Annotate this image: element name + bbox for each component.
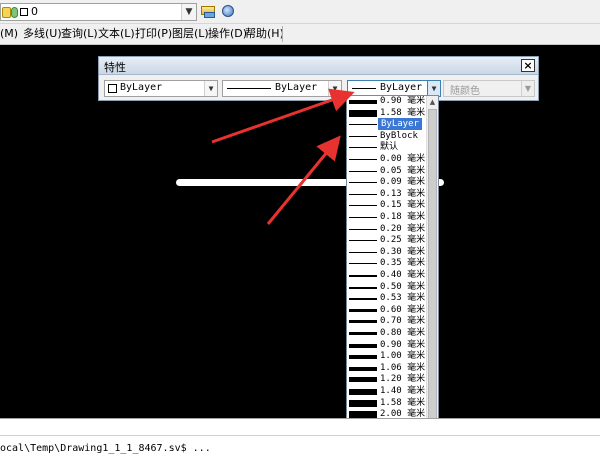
chevron-down-icon: ▼ (521, 81, 534, 96)
color-swatch (108, 84, 117, 93)
lineweight-option-label: 0.53 毫米 (380, 293, 426, 304)
lineweight-option-label: 1.58 毫米 (380, 107, 426, 118)
menu-item-operation[interactable]: 操作(D) (208, 27, 247, 41)
menu-item-help[interactable]: 帮助(H) (245, 27, 284, 41)
lineweight-swatch (349, 135, 377, 137)
chevron-down-icon[interactable]: ▼ (181, 4, 196, 20)
lineweight-option-label: 1.06 毫米 (380, 362, 426, 373)
lineweight-option-label: 0.35 毫米 (380, 258, 426, 269)
layer-state-icon[interactable] (200, 3, 217, 20)
layer-globe-icon[interactable] (220, 3, 237, 20)
lineweight-swatch (349, 109, 377, 117)
layer-color-swatch (20, 8, 28, 16)
command-line-text: ocal\Temp\Drawing1_1_1_8467.sv$ ... (0, 443, 211, 454)
menu-bar: (M) 多线(U) 查询(L) 文本(L) 打印(P) 图层(L) 操作(D) … (0, 24, 600, 45)
lineweight-option-label: 0.00 毫米 (380, 154, 426, 164)
chevron-down-icon[interactable]: ▼ (328, 81, 341, 96)
lineweight-swatch (349, 355, 377, 360)
lineweight-swatch (349, 170, 377, 172)
lineweight-option-label: 0.20 毫米 (380, 223, 426, 234)
lineweight-option-label: 0.50 毫米 (380, 281, 426, 292)
scrollbar[interactable]: ▲ ▼ (426, 96, 438, 444)
lineweight-option-label: 默认 (380, 142, 399, 153)
lineweight-swatch (349, 182, 377, 184)
scroll-up-icon[interactable]: ▲ (427, 96, 438, 108)
menu-item-layer[interactable]: 图层(L) (172, 27, 209, 41)
lineweight-option-label: 1.58 毫米 (380, 397, 426, 408)
layer-toolbar: 0 ▼ (0, 0, 600, 24)
lineweight-swatch (349, 159, 377, 160)
lineweight-swatch (349, 377, 377, 383)
lineweight-swatch (349, 286, 377, 289)
lineweight-option-label: 0.18 毫米 (380, 212, 426, 222)
lineweight-value: ByLayer (380, 82, 423, 93)
properties-title-bar[interactable]: 特性 × (99, 57, 538, 75)
color-value: ByLayer (120, 82, 163, 93)
chevron-down-icon[interactable]: ▼ (204, 81, 217, 96)
lineweight-option-label: ByBlock (380, 130, 418, 141)
lineweight-option-label: 0.80 毫米 (380, 328, 426, 338)
lineweight-swatch (349, 275, 377, 277)
lineweight-option-label: 0.15 毫米 (380, 200, 426, 211)
lineweight-option-label: 0.40 毫米 (380, 270, 426, 280)
lineweight-option-label: 0.13 毫米 (380, 188, 426, 199)
lineweight-option-label: 0.70 毫米 (380, 316, 426, 327)
close-icon[interactable]: × (521, 59, 535, 72)
command-line-divider (0, 435, 600, 436)
scroll-thumb[interactable] (428, 109, 437, 429)
layer-dropdown[interactable]: 0 ▼ (0, 3, 197, 21)
linetype-dropdown[interactable]: ByLayer ▼ (222, 80, 342, 97)
lineweight-swatch (349, 308, 377, 312)
linetype-value: ByLayer (275, 82, 318, 93)
lineweight-swatch (349, 205, 377, 207)
lineweight-option-label: 1.00 毫米 (380, 351, 426, 362)
lineweight-swatch (349, 251, 377, 253)
lineweight-list[interactable]: 0.90 毫米 1.58 毫米 ByLayer ByBlock 默认 0.00 毫米 0.0… (346, 95, 439, 445)
lineweight-option-label: 0.90 毫米 (380, 96, 426, 106)
menu-item-multiline[interactable]: 多线(U) (23, 27, 62, 41)
properties-window: 特性 × ByLayer ▼ ByLayer ▼ ByLayer ▼ 随颜色 ▼ (98, 56, 539, 101)
properties-title: 特性 (104, 61, 126, 74)
lineweight-swatch (349, 263, 377, 265)
lineweight-option-label: 0.05 毫米 (380, 165, 426, 176)
lineweight-swatch (349, 343, 377, 348)
lineweight-option-label: 0.09 毫米 (380, 177, 426, 188)
menu-divider (282, 26, 283, 42)
menu-item-text[interactable]: 文本(L) (98, 27, 135, 41)
menu-item-m[interactable]: (M) (0, 27, 18, 41)
lineweight-swatch (349, 298, 377, 301)
lineweight-option-label: ByLayer (378, 118, 422, 131)
lineweight-swatch (349, 389, 377, 395)
lineweight-swatch (349, 320, 377, 324)
command-line[interactable]: ocal\Temp\Drawing1_1_1_8467.sv$ ... (0, 418, 600, 456)
lineweight-preview (352, 88, 376, 89)
lineweight-swatch (349, 332, 377, 335)
lineweight-option-label: 1.40 毫米 (380, 386, 426, 396)
layer-icons (2, 6, 28, 19)
lineweight-option-label: 0.60 毫米 (380, 304, 426, 315)
lineweight-swatch (349, 193, 377, 195)
lineweight-option-label: 0.30 毫米 (380, 246, 426, 257)
menu-item-print[interactable]: 打印(P) (135, 27, 172, 41)
bulb-icon (2, 7, 11, 18)
freeze-icon (11, 7, 18, 18)
layer-value: 0 (31, 5, 38, 18)
linetype-preview (227, 88, 271, 89)
lineweight-swatch (349, 147, 377, 149)
chevron-down-icon[interactable]: ▼ (427, 81, 440, 96)
plotstyle-value: 随颜色 (450, 86, 480, 97)
lineweight-option-label: 1.20 毫米 (380, 374, 426, 385)
lineweight-swatch (349, 366, 377, 371)
menu-item-query[interactable]: 查询(L) (61, 27, 98, 41)
lineweight-option-label: 0.25 毫米 (380, 235, 426, 246)
lineweight-option-label: 0.90 毫米 (380, 339, 426, 350)
lineweight-swatch (349, 240, 377, 242)
lineweight-swatch (349, 217, 377, 218)
plotstyle-dropdown: 随颜色 ▼ (443, 80, 535, 97)
lineweight-swatch (349, 399, 377, 407)
color-dropdown[interactable]: ByLayer ▼ (104, 80, 218, 97)
lineweight-swatch (349, 100, 377, 104)
lineweight-swatch (349, 124, 377, 126)
lineweight-swatch (349, 228, 377, 230)
